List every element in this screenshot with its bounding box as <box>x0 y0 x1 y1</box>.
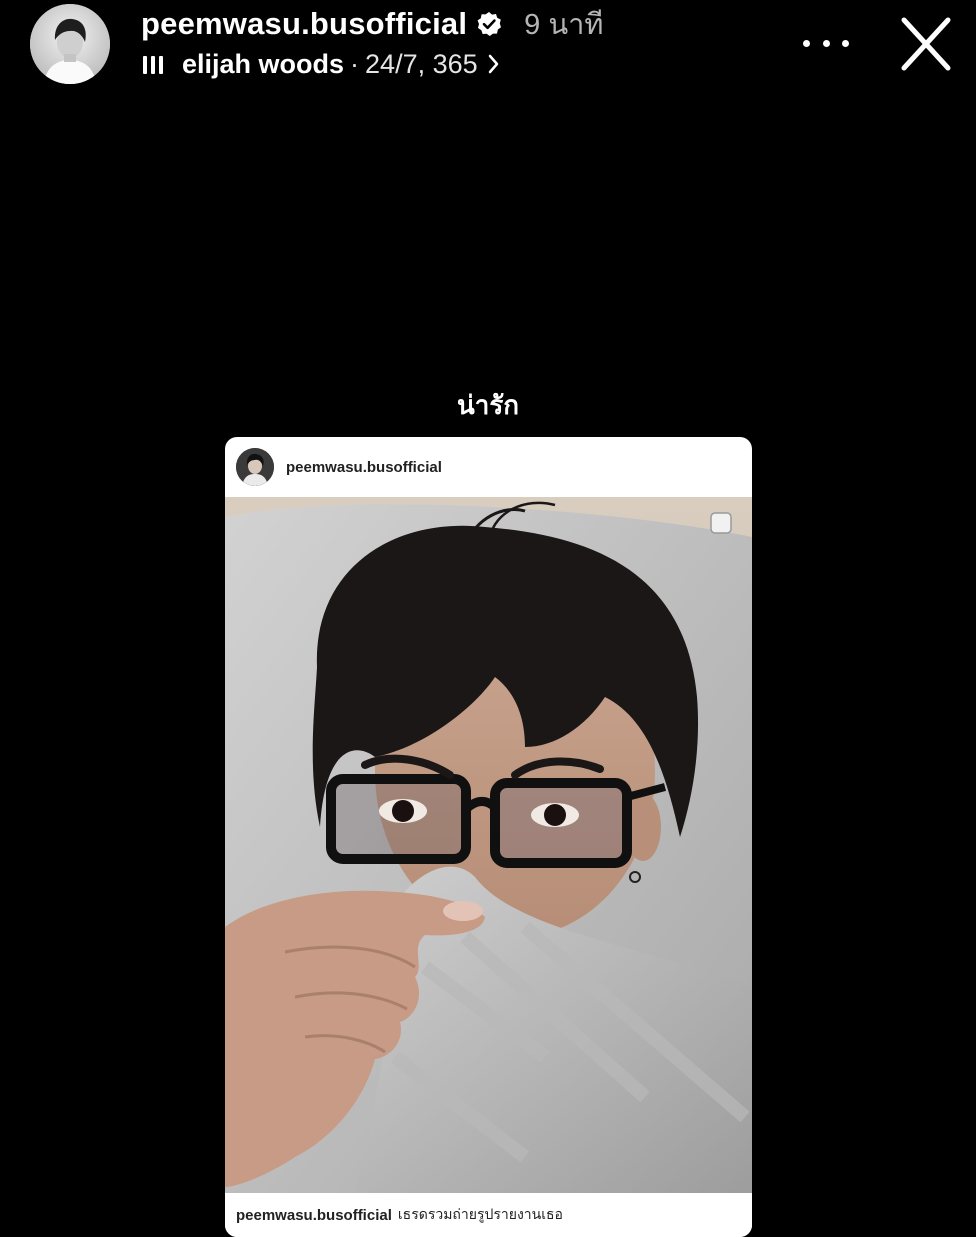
album-title: 24/7, 365 <box>365 48 478 79</box>
music-separator: · <box>350 48 360 79</box>
music-attribution[interactable]: elijah woods · 24/7, 365 <box>143 46 500 82</box>
shared-post-username: peemwasu.busofficial <box>286 458 442 476</box>
footer-username: peemwasu.busofficial <box>236 1206 392 1224</box>
profile-avatar[interactable] <box>30 4 110 84</box>
shared-post-photo <box>225 497 752 1193</box>
song-title: elijah woods <box>182 48 345 79</box>
shared-post-card[interactable]: peemwasu.busofficial peemwasu.busofficia… <box>225 437 752 1237</box>
close-icon[interactable] <box>896 14 956 74</box>
story-header: peemwasu.busofficial 9 นาที elijah woods… <box>0 0 976 100</box>
shared-post-avatar <box>236 448 274 486</box>
shared-post-header: peemwasu.busofficial <box>225 437 752 497</box>
more-options-icon[interactable] <box>803 26 849 60</box>
username-row: peemwasu.busofficial 9 นาที <box>141 4 604 44</box>
music-bars-icon <box>143 55 163 74</box>
story-username[interactable]: peemwasu.busofficial <box>141 6 467 42</box>
story-caption: น่ารัก <box>456 390 520 420</box>
verified-badge-icon <box>476 11 502 37</box>
chevron-right-icon <box>488 54 500 74</box>
post-time: 9 นาที <box>524 9 604 41</box>
footer-caption: เธรดรวมถ่ายรูปรายงานเธอ <box>397 1206 563 1222</box>
